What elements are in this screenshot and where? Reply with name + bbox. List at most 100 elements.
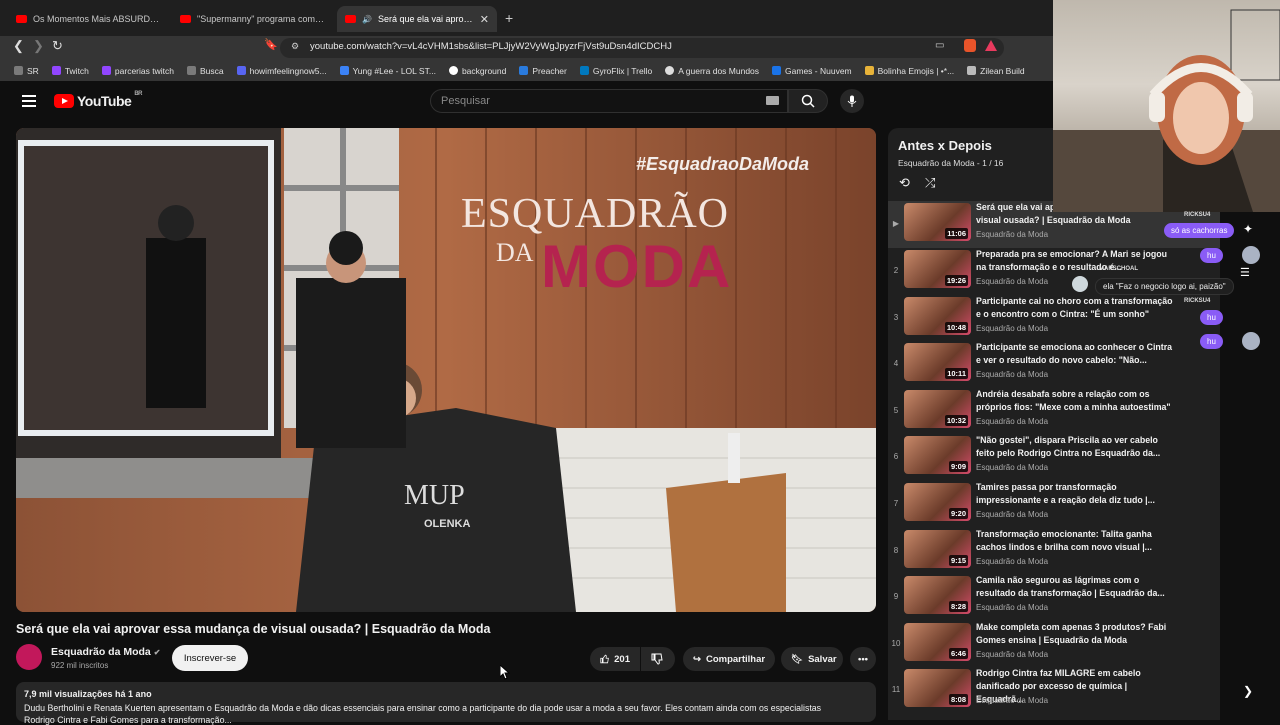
back-icon[interactable]: ❮ xyxy=(13,38,24,54)
playlist-item[interactable]: 4 10:11 Participante se emociona ao conhec… xyxy=(888,341,1220,388)
playlist-title[interactable]: Antes x Depois xyxy=(898,138,992,153)
youtube-logo[interactable]: YouTube BR xyxy=(54,91,142,109)
close-tab-icon[interactable]: ✕ xyxy=(480,13,489,26)
youtube-favicon-icon xyxy=(345,15,356,23)
url-text: youtube.com/watch?v=vL4cVHM1sbs&list=PLJ… xyxy=(310,41,672,52)
view-count: 7,9 mil visualizações há 1 ano xyxy=(24,689,152,699)
site-info-icon[interactable]: ⚙ xyxy=(291,41,299,52)
browser-tab-active[interactable]: 🔊 Será que ela vai aprovar essa ✕ xyxy=(337,6,497,32)
subscribe-button[interactable]: Inscrever-se xyxy=(172,645,248,671)
playlist-item-thumbnail[interactable]: 10:11 xyxy=(904,343,971,381)
speaker-icon: 🔊 xyxy=(362,14,372,24)
playlist-subtitle: Esquadrão da Moda - 1 / 16 xyxy=(898,158,1004,168)
video-player[interactable]: #EsquadraoDaModa ESQUADRÃO DA MODA MUP O… xyxy=(16,128,876,612)
playlist-item-duration: 8:08 xyxy=(948,694,968,705)
bookmark-label: A guerra dos Mundos xyxy=(678,65,760,76)
more-icon: ••• xyxy=(858,653,868,665)
chat-avatar xyxy=(1242,332,1260,350)
browser-tab[interactable]: "Supermanny" programa completo - xyxy=(172,6,332,32)
bookmark-item[interactable]: Bolinha Emojis | •*... xyxy=(864,66,954,76)
playlist-item[interactable]: 11 8:08 Rodrigo Cintra faz MILAGRE em cabe… xyxy=(888,667,1220,714)
playlist-item-thumbnail[interactable]: 6:46 xyxy=(904,623,971,661)
channel-avatar[interactable] xyxy=(16,644,42,670)
channel-name[interactable]: Esquadrão da Moda ✔ xyxy=(51,646,160,658)
bookmark-icon[interactable]: 🔖 xyxy=(264,38,278,51)
like-button[interactable]: 201 xyxy=(590,647,640,671)
twitch-icon xyxy=(51,66,61,75)
shuffle-icon[interactable]: ⤮ xyxy=(925,175,935,191)
bookmark-label: parcerias twitch xyxy=(114,65,174,76)
playlist-item-thumbnail[interactable]: 9:15 xyxy=(904,530,971,568)
save-label: Salvar xyxy=(808,653,837,665)
dislike-button[interactable] xyxy=(641,647,675,671)
bookmark-item[interactable]: A guerra dos Mundos xyxy=(665,66,759,76)
playlist-item-channel: Esquadrão da Moda xyxy=(976,277,1049,286)
playlist-item-thumbnail[interactable]: 19:26 xyxy=(904,250,971,288)
playlist-item-thumbnail[interactable]: 8:28 xyxy=(904,576,971,614)
playlist-item-title: Make completa com apenas 3 produtos? Fab… xyxy=(976,622,1167,645)
chat-message: só as cachorras xyxy=(1164,223,1235,238)
like-count: 201 xyxy=(614,653,630,665)
playlist-item[interactable]: 6 9:09 "Não gostei", dispara Priscila ao v… xyxy=(888,434,1220,481)
keyboard-icon[interactable] xyxy=(766,96,779,105)
search-button[interactable] xyxy=(788,89,828,113)
playlist-item[interactable]: 8 9:15 Transformação emocionante: Talita g… xyxy=(888,528,1220,575)
forward-icon[interactable]: ❯ xyxy=(33,38,44,54)
share-button[interactable]: ↪ Compartilhar xyxy=(683,647,775,671)
folder-icon xyxy=(864,66,874,75)
playlist-item[interactable]: 5 10:32 Andréia desabafa sobre a relação c… xyxy=(888,388,1220,435)
playlist-item-thumbnail[interactable]: 11:06 xyxy=(904,203,971,241)
bookmark-item[interactable]: Zilean Build xyxy=(967,66,1025,76)
playlist-item-index: 9 xyxy=(893,592,899,601)
playlist-item-channel: Esquadrão da Moda xyxy=(976,417,1049,426)
playlist-item[interactable]: 9 8:28 Camila não segurou as lágrimas com … xyxy=(888,574,1220,621)
save-button[interactable]: 🔖︎ Salvar xyxy=(781,647,843,671)
playlist-item-thumbnail[interactable]: 10:48 xyxy=(904,297,971,335)
bookmark-label: Games - Nuuvem xyxy=(785,65,852,76)
bookmark-label: Twitch xyxy=(64,65,89,76)
cast-icon[interactable]: ▭ xyxy=(935,40,944,51)
new-tab-icon[interactable]: + xyxy=(505,10,513,26)
video-hashtag: #EsquadraoDaModa xyxy=(636,154,810,174)
brave-shield-icon[interactable] xyxy=(964,39,976,52)
voice-search-button[interactable] xyxy=(840,89,864,113)
loop-icon[interactable]: ⟲ xyxy=(899,175,910,191)
playlist-item-title: Preparada pra se emocionar? A Mari se jo… xyxy=(976,249,1167,272)
more-actions-button[interactable]: ••• xyxy=(850,647,876,671)
bookmark-item[interactable]: Twitch xyxy=(51,65,89,76)
bookmark-favicon-icon xyxy=(14,66,23,75)
playlist-item[interactable]: 7 9:20 Tamires passa por transformação imp… xyxy=(888,481,1220,528)
bookmark-label: GyroFlix | Trello xyxy=(592,65,653,76)
playlist-item-channel: Esquadrão da Moda xyxy=(976,650,1049,659)
bookmark-favicon-icon xyxy=(236,66,246,75)
twitch-icon xyxy=(101,66,111,75)
bookmark-item[interactable]: Preacher xyxy=(519,66,567,76)
chat-username: RICKSU4 xyxy=(1184,298,1211,304)
sign-text-2: DA xyxy=(496,238,534,267)
playlist-item-thumbnail[interactable]: 9:09 xyxy=(904,436,971,474)
cape-logo-2: OLENKA xyxy=(424,518,471,530)
playlist-item-thumbnail[interactable]: 8:08 xyxy=(904,669,971,707)
playlist-item[interactable]: 10 6:46 Make completa com apenas 3 produto… xyxy=(888,621,1220,668)
menu-icon[interactable] xyxy=(22,95,36,110)
browser-tab[interactable]: Os Momentos Mais ABSURDOS do E xyxy=(8,6,168,32)
brave-rewards-icon[interactable] xyxy=(985,40,997,51)
bookmark-item[interactable]: Games - Nuuvem xyxy=(772,66,852,76)
bookmark-item[interactable]: SR xyxy=(14,66,39,76)
playlist-item-thumbnail[interactable]: 10:32 xyxy=(904,390,971,428)
playlist-item-duration: 9:20 xyxy=(948,508,968,519)
bookmark-item[interactable]: howimfeelingnow5... xyxy=(236,66,327,76)
chevron-right-icon[interactable]: ❯ xyxy=(1243,684,1253,698)
bookmarks-bar: SR Twitch parcerias twitch Busca howimfe… xyxy=(0,60,1053,81)
search-input[interactable]: Pesquisar xyxy=(430,89,788,113)
bookmark-item[interactable]: background xyxy=(448,65,507,76)
playlist-item-channel: Esquadrão da Moda xyxy=(976,324,1049,333)
bookmark-label: background xyxy=(461,65,507,76)
reload-icon[interactable]: ↻ xyxy=(52,38,63,54)
bookmark-item[interactable]: Yung #Lee - LOL ST... xyxy=(339,66,436,76)
bookmark-item[interactable]: Busca xyxy=(186,66,224,76)
bookmark-item[interactable]: parcerias twitch xyxy=(101,65,174,76)
bookmark-item[interactable]: GyroFlix | Trello xyxy=(579,65,653,76)
playlist-item-thumbnail[interactable]: 9:20 xyxy=(904,483,971,521)
playlist-item[interactable]: 3 10:48 Participante cai no choro com a tr… xyxy=(888,295,1220,342)
